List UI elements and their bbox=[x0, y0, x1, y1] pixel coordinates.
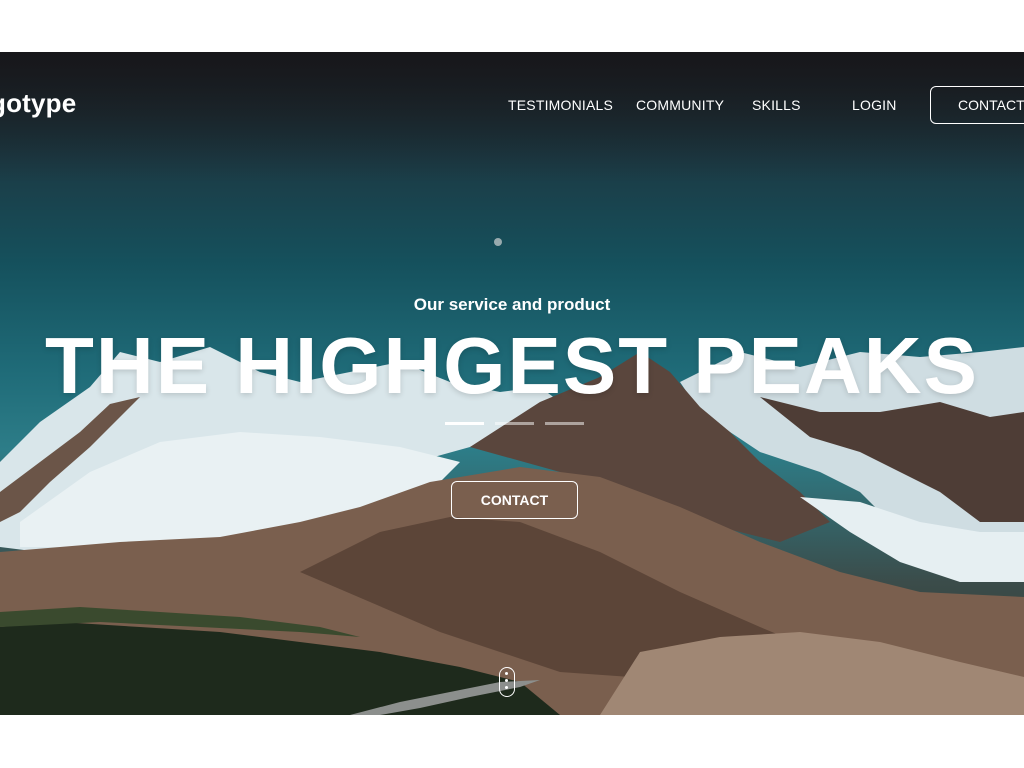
slider-dot-2[interactable] bbox=[495, 422, 534, 425]
nav-community[interactable]: COMMUNITY bbox=[636, 97, 724, 113]
slider-indicators bbox=[445, 422, 595, 428]
nav-skills[interactable]: SKILLS bbox=[752, 97, 801, 113]
nav-contact-button[interactable]: CONTACT bbox=[930, 86, 1024, 124]
moon-icon bbox=[494, 238, 502, 246]
scroll-dot-3 bbox=[505, 686, 508, 689]
hero-section: gotype TESTIMONIALS COMMUNITY SKILLS LOG… bbox=[0, 52, 1024, 715]
slider-dot-1[interactable] bbox=[445, 422, 484, 425]
hero-contact-button[interactable]: CONTACT bbox=[451, 481, 578, 519]
scroll-down-icon[interactable] bbox=[499, 667, 515, 697]
nav-login[interactable]: LOGIN bbox=[852, 97, 897, 113]
scroll-dot-1 bbox=[505, 672, 508, 675]
logo[interactable]: gotype bbox=[0, 88, 76, 119]
slider-dot-3[interactable] bbox=[545, 422, 584, 425]
hero-subtitle: Our service and product bbox=[413, 295, 611, 314]
nav-shade bbox=[0, 52, 1024, 182]
scroll-dot-2 bbox=[505, 679, 508, 682]
hero-headline: THE HIGHGEST PEAKS bbox=[45, 321, 979, 410]
nav-testimonials[interactable]: TESTIMONIALS bbox=[508, 97, 613, 113]
